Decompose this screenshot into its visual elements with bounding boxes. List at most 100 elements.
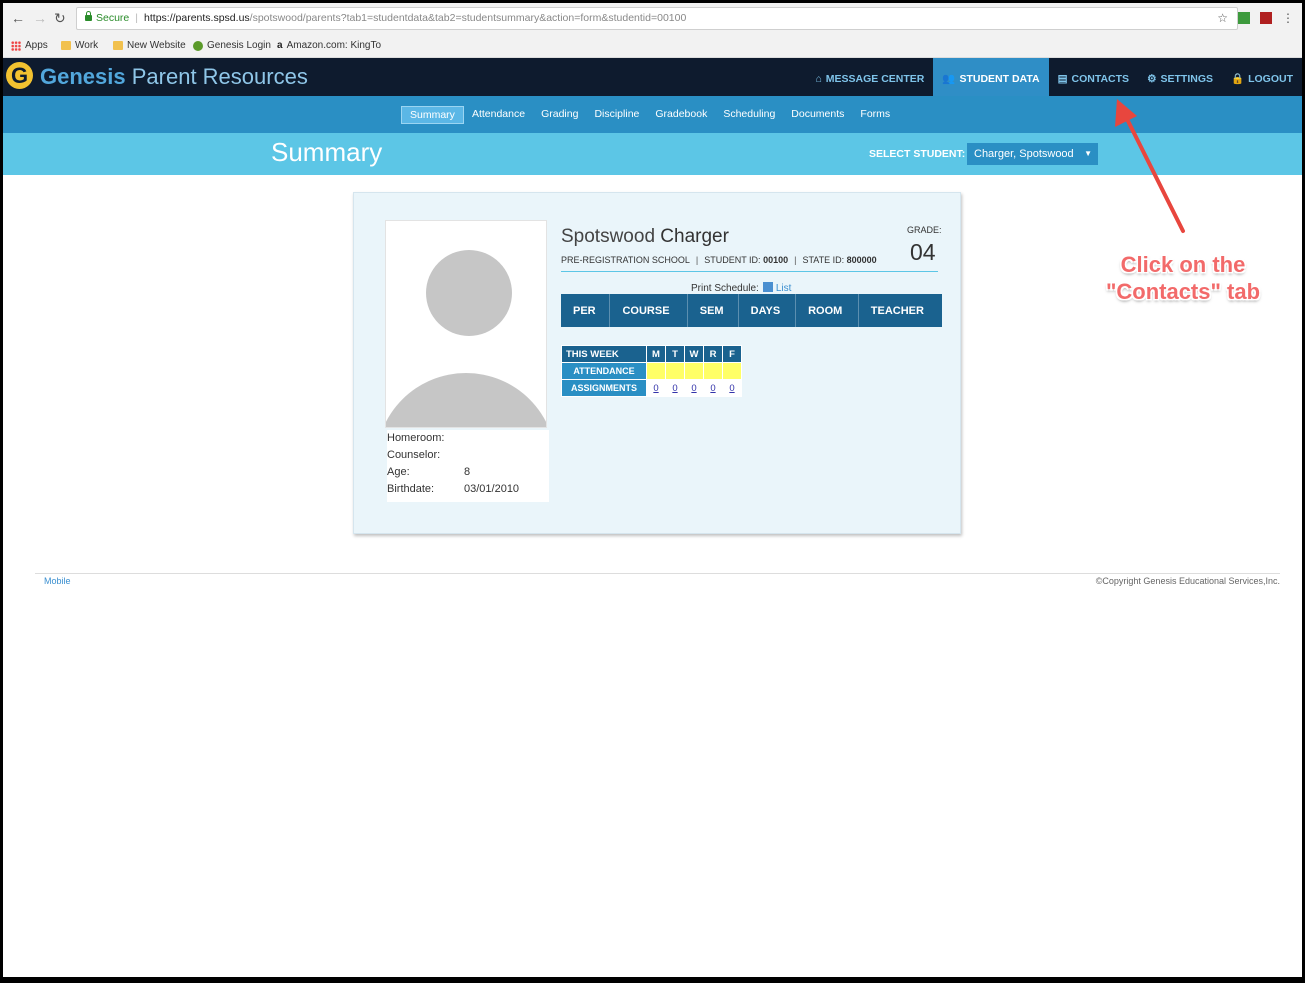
amazon-icon: a <box>277 40 283 51</box>
star-icon[interactable]: ☆ <box>1217 11 1228 25</box>
col-room: ROOM <box>795 294 859 327</box>
tab-scheduling[interactable]: Scheduling <box>715 106 783 124</box>
pdf-extension-icon[interactable] <box>1260 12 1272 24</box>
assignments-count-link[interactable]: 0 <box>684 379 704 397</box>
col-days: DAYS <box>738 294 797 327</box>
bookmark-work[interactable]: Work <box>61 40 98 51</box>
detail-counselor: Counselor: <box>387 449 441 461</box>
col-teacher: TEACHER <box>858 294 942 327</box>
student-details: Homeroom: Counselor: Age: 8 Birthdate: 03/… <box>387 430 549 502</box>
back-icon[interactable]: ← <box>11 10 25 26</box>
attendance-cell <box>703 362 723 380</box>
grade-value: 04 <box>910 239 936 265</box>
genesis-logo-icon[interactable]: G <box>6 62 33 89</box>
folder-icon <box>61 41 71 50</box>
bookmark-amazon[interactable]: a Amazon.com: KingTo <box>277 40 381 51</box>
assignments-row-label: ASSIGNMENTS <box>561 379 647 397</box>
avatar-head-icon <box>426 250 512 336</box>
schedule-table: PER COURSE SEM DAYS ROOM TEACHER <box>561 294 942 327</box>
url-host: https://parents.spsd.us <box>144 12 250 24</box>
avatar-body-icon <box>386 373 546 427</box>
day-m: M <box>646 345 666 363</box>
student-photo-placeholder <box>385 220 547 428</box>
student-name: Spotswood Charger <box>561 226 729 247</box>
folder-icon <box>113 41 123 50</box>
tab-gradebook[interactable]: Gradebook <box>647 106 715 124</box>
bookmark-apps[interactable]: Apps <box>11 40 48 51</box>
app-title: Genesis Parent Resources <box>40 64 308 89</box>
this-week-table: THIS WEEK M T W R F ATTENDANCE ASSIGNMEN… <box>561 345 742 397</box>
forward-icon[interactable]: → <box>33 10 47 26</box>
print-schedule-list-link[interactable]: List <box>776 283 792 294</box>
copyright: ©Copyright Genesis Educational Services,… <box>1095 576 1280 586</box>
student-summary-card: Homeroom: Counselor: Age: 8 Birthdate: 03/… <box>353 192 961 534</box>
annotation-text: Click on the "Contacts" tab <box>1105 252 1261 304</box>
attendance-row-label: ATTENDANCE <box>561 362 647 380</box>
day-t: T <box>665 345 685 363</box>
tab-discipline[interactable]: Discipline <box>586 106 647 124</box>
select-student-dropdown[interactable]: Charger, Spotswood ▼ <box>967 143 1098 165</box>
page-title-bar: Summary SELECT STUDENT: Charger, Spotswo… <box>3 133 1302 175</box>
reload-icon[interactable]: ↻ <box>54 10 66 27</box>
grade-label: GRADE: <box>907 225 942 235</box>
col-sem: SEM <box>687 294 739 327</box>
assignments-count-link[interactable]: 0 <box>646 379 666 397</box>
nav-message-center[interactable]: ⌂ MESSAGE CENTER <box>806 58 933 96</box>
this-week-header: THIS WEEK <box>561 345 647 363</box>
app-header: G Genesis Parent Resources ⌂ MESSAGE CENT… <box>3 58 1302 96</box>
top-nav: ⌂ MESSAGE CENTER 👥 STUDENT DATA ▤ CONTACTS … <box>806 58 1302 96</box>
select-student-label: SELECT STUDENT: <box>869 148 966 160</box>
nav-student-data[interactable]: 👥 STUDENT DATA <box>933 58 1049 96</box>
tab-attendance[interactable]: Attendance <box>464 106 533 124</box>
student-meta: PRE-REGISTRATION SCHOOL | STUDENT ID: 0010… <box>561 255 877 265</box>
bookmark-new-website[interactable]: New Website <box>113 40 186 51</box>
home-icon: ⌂ <box>815 73 822 85</box>
sub-nav: Summary Attendance Grading Discipline Gr… <box>3 96 1302 133</box>
day-f: F <box>722 345 742 363</box>
assignments-count-link[interactable]: 0 <box>722 379 742 397</box>
menu-icon[interactable]: ⋮ <box>1282 11 1294 25</box>
attendance-cell <box>646 362 666 380</box>
lock-icon <box>85 11 92 21</box>
apps-grid-icon <box>11 40 21 51</box>
day-w: W <box>684 345 704 363</box>
attendance-cell <box>722 362 742 380</box>
nav-settings[interactable]: ⚙ SETTINGS <box>1138 58 1222 96</box>
footer-divider <box>35 573 1280 574</box>
tab-summary[interactable]: Summary <box>401 106 464 124</box>
extension-icon[interactable] <box>1238 12 1250 24</box>
print-schedule: Print Schedule: List <box>691 282 792 294</box>
users-icon: 👥 <box>942 73 956 85</box>
detail-homeroom: Homeroom: <box>387 432 445 444</box>
attendance-cell <box>684 362 704 380</box>
detail-birthdate: Birthdate: 03/01/2010 <box>387 483 520 495</box>
col-per: PER <box>561 294 611 327</box>
url-path: /spotswood/parents?tab1=studentdata&tab2… <box>249 12 687 24</box>
bookmarks-bar: Apps Work New Website Genesis Login a Ama… <box>3 35 1302 58</box>
nav-contacts[interactable]: ▤ CONTACTS <box>1049 58 1138 96</box>
nav-logout[interactable]: 🔒 LOGOUT <box>1222 58 1302 96</box>
col-course: COURSE <box>609 294 688 327</box>
mobile-link[interactable]: Mobile <box>44 576 71 586</box>
detail-age: Age: 8 <box>387 466 471 478</box>
browser-window: ← → ↻ Secure | https://parents.spsd.us/spo… <box>3 3 1302 977</box>
assignments-count-link[interactable]: 0 <box>703 379 723 397</box>
address-book-icon: ▤ <box>1057 73 1068 85</box>
secure-label: Secure <box>96 12 130 24</box>
browser-toolbar: ← → ↻ Secure | https://parents.spsd.us/spo… <box>3 3 1302 35</box>
bookmark-genesis-login[interactable]: Genesis Login <box>193 40 271 51</box>
tab-grading[interactable]: Grading <box>533 106 586 124</box>
tab-forms[interactable]: Forms <box>852 106 898 124</box>
chevron-down-icon: ▼ <box>1084 149 1092 158</box>
gear-icon: ⚙ <box>1147 73 1157 85</box>
page-title: Summary <box>271 137 383 167</box>
lock-icon: 🔒 <box>1231 73 1245 85</box>
day-r: R <box>703 345 723 363</box>
tab-documents[interactable]: Documents <box>783 106 852 124</box>
attendance-cell <box>665 362 685 380</box>
address-bar[interactable]: Secure | https://parents.spsd.us/spotswood… <box>76 7 1238 30</box>
genesis-icon <box>193 40 203 51</box>
divider <box>561 271 938 272</box>
list-icon[interactable] <box>762 282 773 292</box>
assignments-count-link[interactable]: 0 <box>665 379 685 397</box>
